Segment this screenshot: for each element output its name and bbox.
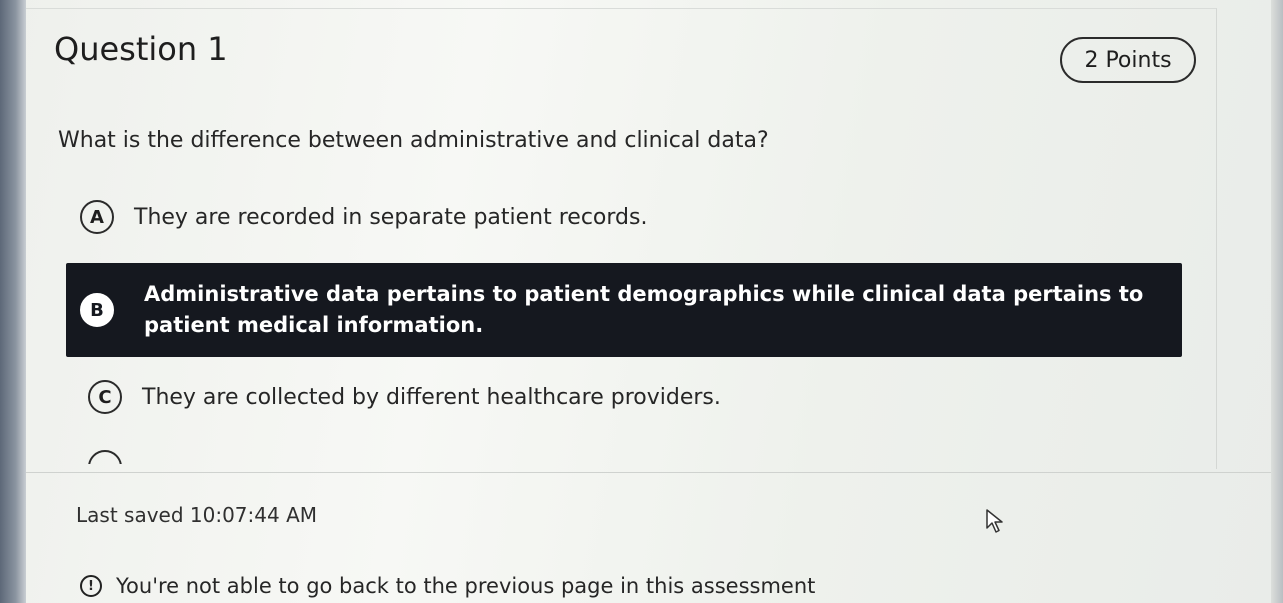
points-badge: 2 Points: [1060, 37, 1196, 83]
option-d-letter-ring: [88, 450, 122, 464]
screen-left-edge: [0, 0, 26, 603]
option-a[interactable]: A They are recorded in separate patient …: [80, 200, 647, 234]
question-text: What is the difference between administr…: [58, 128, 769, 153]
option-b-letter: B: [80, 293, 114, 327]
option-a-text: They are recorded in separate patient re…: [134, 204, 648, 230]
exclamation-circle-icon: !: [80, 575, 102, 597]
option-a-letter: A: [80, 200, 114, 234]
question-title: Question 1: [54, 30, 228, 68]
option-c-letter: C: [88, 380, 122, 414]
assessment-page: Question 1 2 Points What is the differen…: [0, 0, 1283, 603]
navigation-notice: ! You're not able to go back to the prev…: [80, 574, 815, 598]
footer-divider: [26, 472, 1271, 473]
option-c-text: They are collected by different healthca…: [142, 384, 721, 410]
option-b-selected[interactable]: B Administrative data pertains to patien…: [66, 263, 1182, 357]
pointer-cursor-icon: [986, 509, 1003, 533]
navigation-notice-text: You're not able to go back to the previo…: [116, 574, 816, 598]
option-c[interactable]: C They are collected by different health…: [88, 380, 721, 414]
option-b-text: Administrative data pertains to patient …: [144, 282, 1144, 337]
option-d-partial[interactable]: [88, 450, 128, 464]
last-saved-status: Last saved 10:07:44 AM: [76, 503, 318, 527]
screen-right-edge: [1271, 0, 1283, 603]
